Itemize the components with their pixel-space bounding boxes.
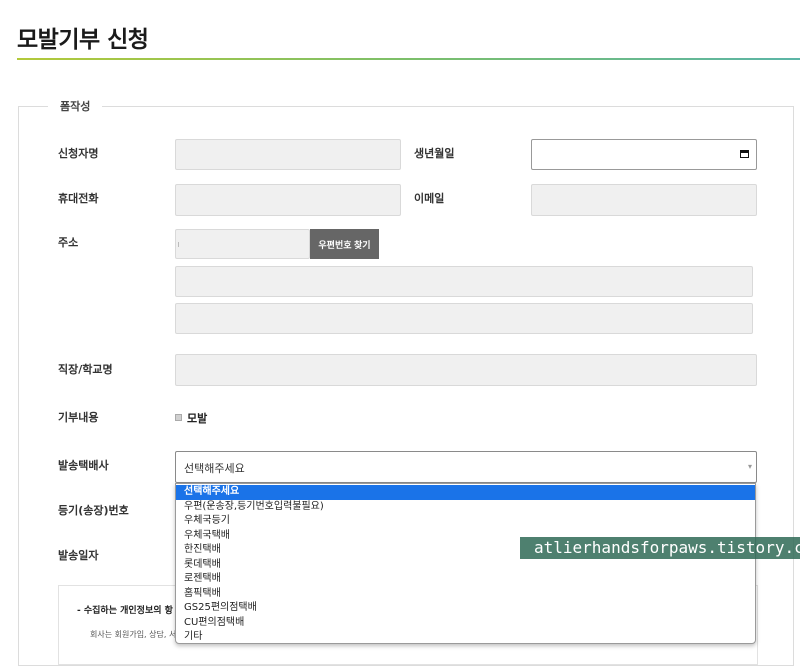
watermark-text: atlierhandsforpaws.tistory.com — [534, 538, 800, 557]
applicant-input[interactable] — [175, 139, 401, 170]
birthdate-label: 생년월일 — [414, 147, 455, 160]
address-line1-input[interactable] — [175, 266, 753, 297]
courier-option[interactable]: 롯데택배 — [176, 558, 755, 573]
courier-option[interactable]: 선택해주세요 — [176, 485, 755, 500]
donation-hair-checkbox[interactable] — [175, 414, 182, 421]
courier-label: 발송택배사 — [58, 459, 109, 472]
email-input[interactable] — [531, 184, 757, 216]
applicant-label: 신청자명 — [58, 147, 99, 160]
address-label: 주소 — [58, 236, 79, 249]
zipcode-input[interactable] — [175, 229, 310, 259]
courier-option[interactable]: 우편(운송장,등기번호입력불필요) — [176, 500, 755, 515]
phone-input[interactable] — [175, 184, 401, 216]
courier-option[interactable]: 로젠택배 — [176, 572, 755, 587]
chevron-down-icon[interactable]: ▾ — [748, 462, 752, 471]
courier-option[interactable]: 기타 — [176, 630, 755, 645]
courier-option[interactable]: CU편의점택배 — [176, 616, 755, 631]
tracking-label: 등기(송장)번호 — [58, 504, 129, 517]
workplace-label: 직장/학교명 — [58, 363, 113, 376]
courier-option[interactable]: 홈픽택배 — [176, 587, 755, 602]
privacy-notice-body: 회사는 회원가입, 상담, 서 — [90, 630, 177, 639]
title-divider — [17, 58, 800, 60]
email-label: 이메일 — [414, 192, 445, 205]
courier-option[interactable]: 우체국등기 — [176, 514, 755, 529]
send-date-label: 발송일자 — [58, 549, 99, 562]
birthdate-input[interactable] — [531, 139, 757, 170]
address-line2-input[interactable] — [175, 303, 753, 334]
zipcode-search-button[interactable]: 우편번호 찾기 — [310, 229, 379, 259]
privacy-notice-title: - 수집하는 개인정보의 항 — [77, 606, 173, 616]
calendar-icon[interactable] — [740, 150, 749, 158]
workplace-input[interactable] — [175, 354, 757, 386]
courier-option[interactable]: GS25편의점택배 — [176, 601, 755, 616]
courier-dropdown-list: 선택해주세요 우편(운송장,등기번호입력불필요) 우체국등기 우체국택배 한진택… — [175, 483, 756, 644]
donation-label: 기부내용 — [58, 411, 99, 424]
courier-select[interactable]: 선택해주세요 ▾ — [175, 451, 757, 483]
page-title: 모발기부 신청 — [17, 27, 149, 53]
phone-label: 휴대전화 — [58, 192, 99, 205]
courier-select-value: 선택해주세요 — [184, 462, 245, 475]
form-legend: 폼작성 — [48, 98, 103, 114]
donation-hair-label: 모발 — [187, 412, 208, 425]
